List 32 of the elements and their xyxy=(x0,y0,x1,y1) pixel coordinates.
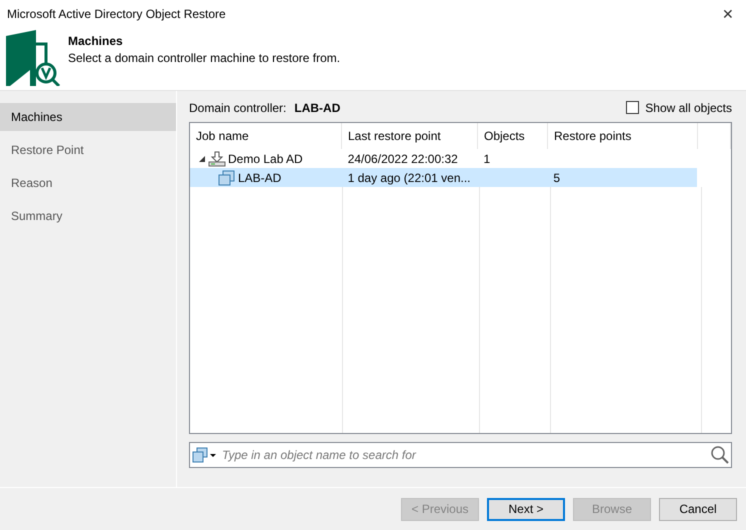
domain-controller-value: LAB-AD xyxy=(294,100,340,114)
table-row[interactable]: LAB-AD 1 day ago (22:01 ven... 5 xyxy=(190,168,697,187)
table-cell: 5 xyxy=(553,170,560,184)
column-header[interactable]: Last restore point xyxy=(342,123,478,149)
table-cell: Demo Lab AD xyxy=(228,152,303,166)
checkbox[interactable] xyxy=(626,101,640,114)
wizard-button[interactable]: Cancel xyxy=(659,498,737,520)
machine-icon xyxy=(218,170,236,186)
wizard-button[interactable]: Next > xyxy=(487,498,565,520)
table-row[interactable]: Demo Lab AD 24/06/2022 22:00:32 1 xyxy=(190,149,697,168)
table-cell: 1 day ago (22:01 ven... xyxy=(348,170,470,184)
search-field[interactable]: Type in an object name to search for xyxy=(189,442,732,468)
table-cell: 1 xyxy=(483,152,490,166)
column-header[interactable]: Job name xyxy=(190,123,342,149)
domain-controller-label: Domain controller: xyxy=(189,100,286,114)
window-title: Microsoft Active Directory Object Restore xyxy=(7,7,226,21)
page-subtitle: Select a domain controller machine to restore from. xyxy=(68,51,340,65)
page-title: Machines xyxy=(68,34,124,48)
wizard-step[interactable]: Reason xyxy=(0,169,176,197)
wizard-step[interactable]: Restore Point xyxy=(0,136,176,164)
object-type-dropdown-icon[interactable] xyxy=(190,445,218,465)
table-cell: 24/06/2022 22:00:32 xyxy=(348,152,458,166)
wizard-step[interactable]: Machines xyxy=(0,103,176,131)
expanded-arrow-icon[interactable] xyxy=(198,154,206,162)
close-button[interactable]: ✕ xyxy=(722,6,734,22)
wizard-step[interactable]: Summary xyxy=(0,202,176,230)
checkbox-label: Show all objects xyxy=(645,100,732,114)
job-icon xyxy=(208,150,226,166)
search-icon[interactable] xyxy=(709,445,731,465)
table-cell: LAB-AD xyxy=(238,170,282,184)
column-header[interactable]: Objects xyxy=(478,123,548,149)
column-header[interactable]: Restore points xyxy=(548,123,698,149)
